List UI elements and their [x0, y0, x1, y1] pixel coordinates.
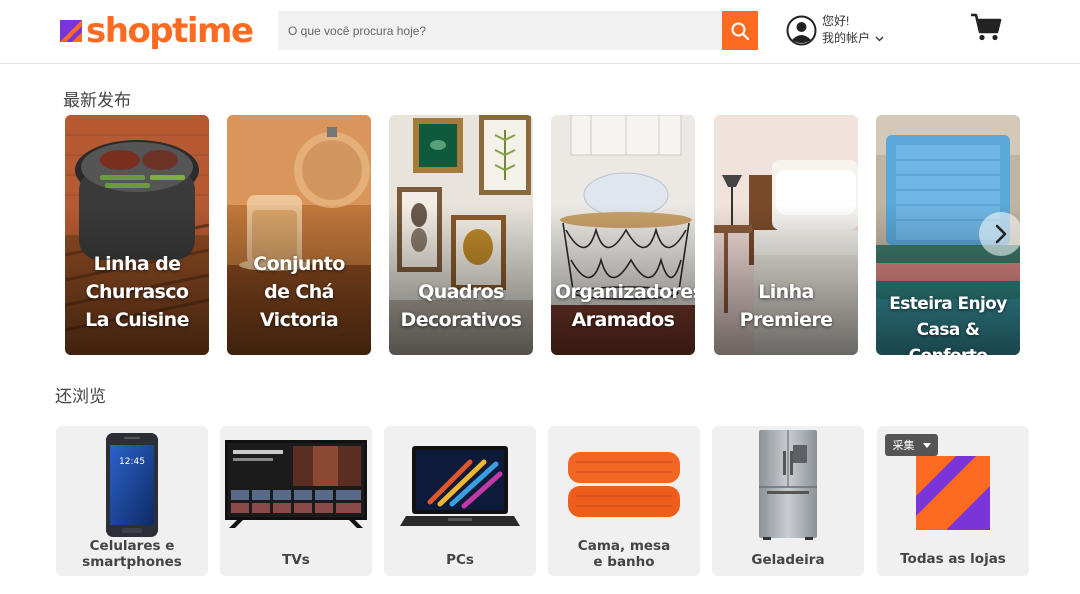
category-label: Cama, mesa e banho [577, 538, 671, 570]
search-button[interactable] [722, 11, 758, 50]
category-label: Geladeira [751, 552, 825, 568]
towels-image [568, 452, 680, 517]
latest-section-title: 最新发布 [63, 91, 131, 111]
tv-image [225, 440, 367, 528]
cart-icon [971, 13, 1002, 41]
category-pcs[interactable]: PCs [384, 426, 536, 576]
caret-down-icon [922, 442, 931, 448]
account-text: 您好! 我的帐户 [822, 13, 884, 47]
latest-card-label: Linha Premiere [739, 281, 833, 331]
category-bed-bath[interactable]: Cama, mesa e banho [548, 426, 700, 576]
account-greeting: 您好! [822, 14, 850, 28]
category-label: Celulares e smartphones [82, 538, 182, 570]
latest-card-label: Esteira Enjoy Casa & Conforto [889, 294, 1007, 355]
account-menu[interactable]: 您好! 我的帐户 [786, 13, 884, 47]
logo-text: shoptime [86, 11, 254, 51]
category-tvs[interactable]: TVs [220, 426, 372, 576]
category-phones[interactable]: 12:45 Celulares e smartphones [56, 426, 208, 576]
browse-section-title: 还浏览 [55, 387, 106, 407]
shoptime-logo-mark-image [916, 456, 990, 530]
collect-dropdown[interactable]: 采集 [885, 434, 938, 456]
category-label: Todas as lojas [900, 551, 1006, 567]
chevron-down-icon [875, 36, 884, 41]
chevron-right-icon [995, 224, 1007, 244]
latest-card-frames[interactable]: Quadros Decorativos [389, 115, 533, 355]
smartphone-image: 12:45 [106, 433, 158, 537]
latest-carousel: Linha de Churrasco La Cuisine Conjunto d… [65, 115, 1020, 355]
category-label: PCs [446, 552, 474, 568]
search-icon [731, 22, 750, 40]
category-refrigerator[interactable]: Geladeira [712, 426, 864, 576]
latest-card-churrasco[interactable]: Linha de Churrasco La Cuisine [65, 115, 209, 355]
latest-card-bedding[interactable]: Linha Premiere [714, 115, 858, 355]
cart-button[interactable] [970, 13, 1002, 46]
collect-label: 采集 [892, 440, 915, 452]
refrigerator-image [759, 430, 817, 540]
latest-card-organizers[interactable]: Organizadores Aramados [551, 115, 695, 355]
category-all-stores[interactable]: 采集 Todas as lojas [877, 426, 1029, 576]
logo-mark-icon [60, 20, 82, 42]
latest-card-label: Linha de Churrasco La Cuisine [85, 253, 189, 331]
shoptime-logo[interactable]: shoptime [60, 10, 254, 52]
search-input[interactable] [278, 11, 722, 50]
search-bar [278, 11, 758, 50]
latest-card-label: Quadros Decorativos [400, 281, 523, 331]
account-link-label: 我的帐户 [822, 31, 871, 45]
header: shoptime 您好! 我的帐户 [0, 0, 1080, 64]
category-label: TVs [282, 552, 310, 568]
laptop-image [400, 446, 520, 526]
user-circle-icon [786, 15, 817, 45]
svg-text:12:45: 12:45 [119, 457, 145, 467]
latest-card-label: Organizadores Aramados [555, 281, 695, 331]
latest-card-label: Conjunto de Chá Victoria [253, 253, 345, 331]
carousel-next-button[interactable] [979, 212, 1023, 256]
latest-card-tea-set[interactable]: Conjunto de Chá Victoria [227, 115, 371, 355]
